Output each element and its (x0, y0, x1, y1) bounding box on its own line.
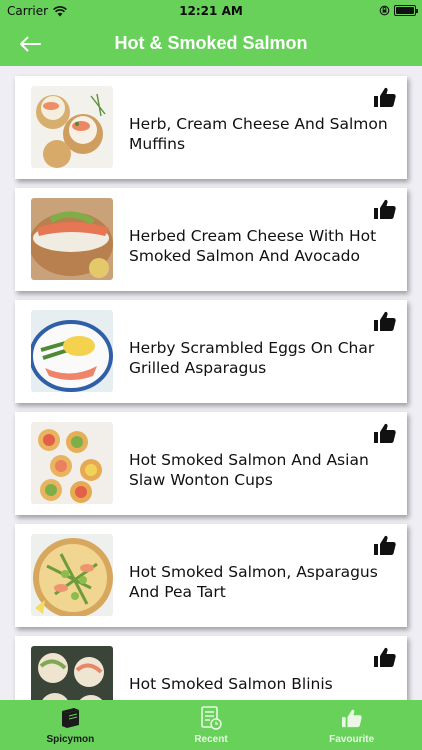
recipe-thumbnail (31, 646, 113, 700)
orientation-lock-icon (379, 5, 390, 16)
recipe-thumbnail (31, 422, 113, 504)
recipe-title: Herbed Cream Cheese With Hot Smoked Salm… (129, 227, 377, 265)
tab-spicymon[interactable]: Spicymon (0, 700, 141, 750)
battery-level (396, 7, 414, 14)
recent-list-icon (200, 706, 222, 730)
recipe-thumbnail (31, 534, 113, 616)
tab-label: Recent (194, 734, 228, 745)
recipe-card[interactable]: Hot Smoked Salmon, Asparagus And Pea Tar… (15, 524, 407, 627)
thumbs-up-icon (341, 706, 363, 730)
status-time: 12:21 AM (179, 4, 243, 18)
tab-bar: Spicymon Recent Favourite (0, 700, 422, 750)
thumbs-up-icon[interactable] (373, 86, 397, 108)
tab-favourite[interactable]: Favourite (281, 700, 422, 750)
recipe-title: Hot Smoked Salmon And Asian Slaw Wonton … (129, 451, 369, 489)
recipe-title: Hot Smoked Salmon Blinis (129, 675, 333, 693)
recipe-card[interactable]: Herbed Cream Cheese With Hot Smoked Salm… (15, 188, 407, 291)
book-icon (58, 706, 82, 730)
recipe-thumbnail (31, 310, 113, 392)
thumbs-up-icon[interactable] (373, 310, 397, 332)
battery-icon (394, 5, 418, 16)
recipe-thumbnail (31, 86, 113, 168)
recipe-card[interactable]: Herb, Cream Cheese And Salmon Muffins (15, 76, 407, 179)
recipe-list[interactable]: Herb, Cream Cheese And Salmon Muffins He… (0, 66, 422, 700)
recipe-card[interactable]: Herby Scrambled Eggs On Char Grilled Asp… (15, 300, 407, 403)
thumbs-up-icon[interactable] (373, 422, 397, 444)
tab-recent[interactable]: Recent (141, 700, 282, 750)
page-title: Hot & Smoked Salmon (114, 33, 308, 53)
status-bar: Carrier 12:21 AM (0, 0, 422, 22)
tab-label: Spicymon (46, 734, 95, 745)
recipe-title: Herby Scrambled Eggs On Char Grilled Asp… (129, 339, 375, 377)
navigation-bar: Hot & Smoked Salmon (0, 22, 422, 66)
recipe-thumbnail (31, 198, 113, 280)
recipe-title: Hot Smoked Salmon, Asparagus And Pea Tar… (129, 563, 378, 601)
thumbs-up-icon[interactable] (373, 646, 397, 668)
thumbs-up-icon[interactable] (373, 534, 397, 556)
recipe-card[interactable]: Hot Smoked Salmon Blinis (15, 636, 407, 700)
thumbs-up-icon[interactable] (373, 198, 397, 220)
battery-indicator (379, 5, 418, 16)
recipe-card[interactable]: Hot Smoked Salmon And Asian Slaw Wonton … (15, 412, 407, 515)
tab-label: Favourite (329, 734, 375, 745)
recipe-title: Herb, Cream Cheese And Salmon Muffins (129, 115, 388, 153)
